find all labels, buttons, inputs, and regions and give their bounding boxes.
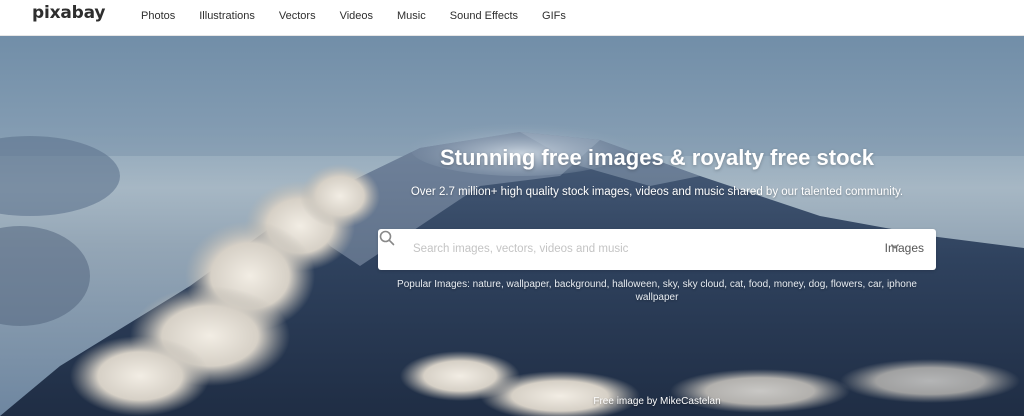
popular-label: Popular Images: [397,279,470,290]
search-icon[interactable] [378,229,396,247]
nav-videos[interactable]: Videos [340,10,373,22]
media-type-dropdown[interactable]: Images [885,241,924,255]
hero-headline: Stunning free images & royalty free stoc… [439,145,875,170]
nav-vectors[interactable]: Vectors [279,10,316,22]
popular-searches: Popular Images: nature, wallpaper, backg… [378,278,936,304]
hero-subline: Over 2.7 million+ high quality stock ima… [410,186,904,198]
nav-gifs[interactable]: GIFs [542,10,566,22]
pixabay-logo[interactable]: pixabay [32,3,105,23]
top-navigation-bar: pixabay Photos Illustrations Vectors Vid… [0,0,1024,36]
chevron-down-icon [890,244,899,249]
nav-sound-effects[interactable]: Sound Effects [450,10,518,22]
nav-music[interactable]: Music [397,10,426,22]
popular-tags[interactable]: nature, wallpaper, background, halloween… [473,279,917,303]
nav-illustrations[interactable]: Illustrations [199,10,255,22]
main-nav: Photos Illustrations Vectors Videos Musi… [141,0,590,32]
search-input[interactable] [413,239,833,259]
image-credit[interactable]: Free image by MikeCastelan [0,396,1024,407]
search-bar: Images [378,229,936,270]
hero-section: Stunning free images & royalty free stoc… [0,36,1024,416]
hero-background-image [0,36,1024,416]
nav-photos[interactable]: Photos [141,10,175,22]
